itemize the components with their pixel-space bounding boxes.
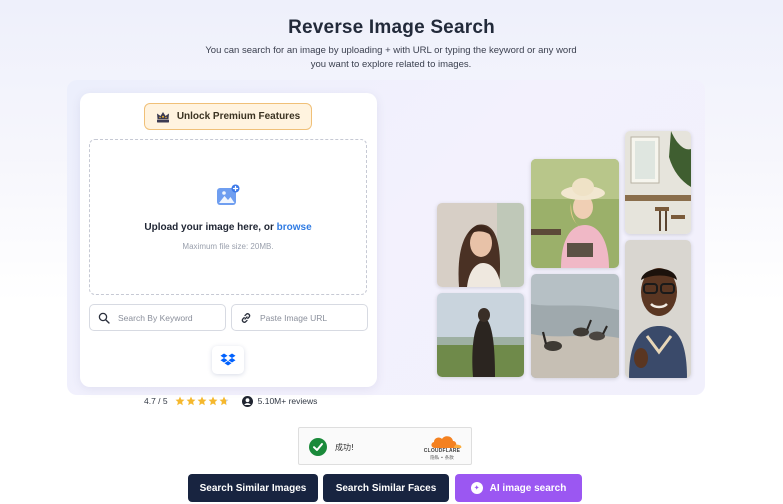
sample-image-geese[interactable] bbox=[531, 274, 619, 378]
ai-image-search-label: AI image search bbox=[489, 482, 567, 494]
link-icon bbox=[241, 312, 251, 323]
rating-row: 4.7 / 5 5.10M+ reviews bbox=[144, 394, 317, 408]
sample-image-woman-field[interactable] bbox=[437, 293, 524, 377]
check-icon bbox=[309, 438, 327, 456]
man-portrait-image bbox=[625, 240, 691, 378]
upload-text: Upload your image here, or bbox=[144, 222, 277, 233]
captcha-widget[interactable]: 成功! CLOUDFLARE 隐私 • 条款 bbox=[298, 427, 472, 465]
image-drop-zone[interactable] bbox=[89, 139, 367, 295]
sample-image-man[interactable] bbox=[625, 240, 691, 378]
rating-stars bbox=[175, 396, 229, 406]
geese-image bbox=[531, 274, 619, 378]
search-icon bbox=[98, 312, 110, 324]
rating-score: 4.7 / 5 bbox=[144, 396, 168, 406]
max-file-size-hint: Maximum file size: 20MB. bbox=[182, 242, 274, 251]
sample-image-interior[interactable] bbox=[625, 131, 691, 234]
unlock-premium-button[interactable]: Unlock Premium Features bbox=[144, 103, 312, 130]
image-url-box[interactable] bbox=[231, 304, 368, 331]
star-icon bbox=[219, 396, 229, 406]
ai-image-search-button[interactable]: ✦ AI image search bbox=[455, 474, 582, 502]
image-url-input[interactable] bbox=[260, 312, 367, 323]
upload-instruction: Upload your image here, or browse bbox=[89, 222, 367, 233]
search-similar-faces-button[interactable]: Search Similar Faces bbox=[323, 474, 449, 502]
browse-link[interactable]: browse bbox=[277, 222, 312, 233]
star-icon bbox=[208, 396, 218, 406]
keyword-search-box[interactable] bbox=[89, 304, 226, 331]
subtitle-line-1: You can search for an image by uploading… bbox=[205, 45, 577, 56]
dropbox-icon bbox=[220, 353, 236, 366]
keyword-search-input[interactable] bbox=[118, 312, 225, 323]
star-icon bbox=[197, 396, 207, 406]
star-icon bbox=[175, 396, 185, 406]
page-title: Reverse Image Search bbox=[288, 17, 495, 38]
subtitle-line-2: you want to explore related to images. bbox=[310, 59, 472, 70]
cloudflare-links[interactable]: 隐私 • 条款 bbox=[418, 455, 466, 461]
page-subtitle: You can search for an image by uploading… bbox=[191, 44, 591, 72]
girl-hat-image bbox=[531, 159, 619, 268]
search-similar-images-button[interactable]: Search Similar Images bbox=[188, 474, 318, 502]
woman-portrait-image bbox=[437, 203, 524, 287]
review-count: 5.10M+ reviews bbox=[257, 396, 318, 406]
sample-image-girl-hat[interactable] bbox=[531, 159, 619, 268]
cloudflare-brand: CLOUDFLARE bbox=[423, 448, 461, 454]
dropbox-button[interactable] bbox=[212, 346, 244, 374]
image-upload-icon bbox=[217, 184, 240, 205]
woman-field-image bbox=[437, 293, 524, 377]
crown-icon bbox=[156, 111, 169, 122]
unlock-premium-label: Unlock Premium Features bbox=[176, 111, 301, 122]
interior-image bbox=[625, 131, 691, 234]
star-icon bbox=[186, 396, 196, 406]
sample-image-woman-portrait[interactable] bbox=[437, 203, 524, 287]
ai-icon: ✦ bbox=[470, 482, 483, 494]
user-icon bbox=[241, 395, 253, 407]
captcha-status: 成功! bbox=[335, 443, 355, 452]
